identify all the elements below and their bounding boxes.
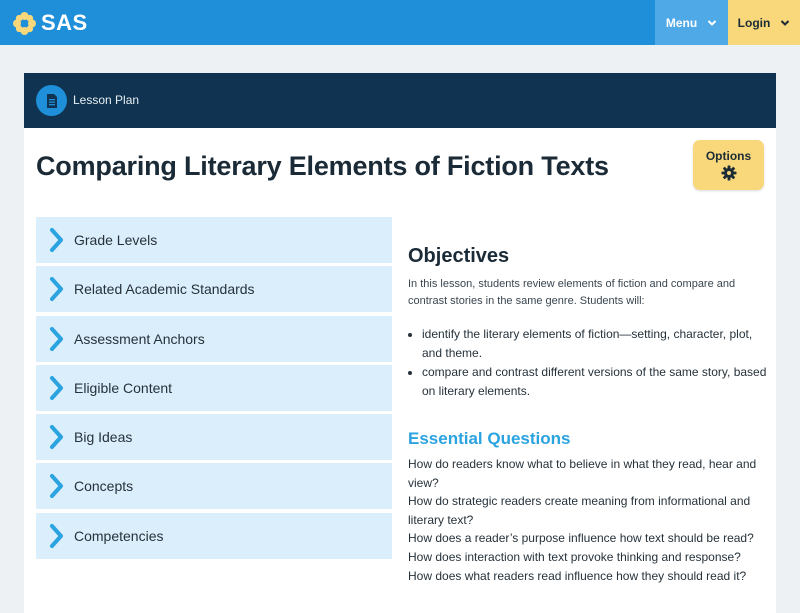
chevron-right-icon (50, 375, 63, 400)
accordion-label: Related Academic Standards (74, 281, 255, 298)
menu-label: Menu (665, 15, 698, 30)
accordion-big-ideas[interactable]: Big Ideas (36, 414, 392, 461)
accordion-competencies[interactable]: Competencies (36, 512, 392, 559)
accordion-eligible-content[interactable]: Eligible Content (36, 364, 392, 411)
objective-item: identify the literary elements of fictio… (422, 325, 768, 363)
essential-questions-heading: Essential Questions (408, 429, 571, 448)
chevron-right-icon (50, 425, 63, 450)
accordion-related-academic-standards[interactable]: Related Academic Standards (36, 266, 392, 313)
card-header: Lesson Plan (24, 73, 776, 128)
chevron-down-icon (707, 19, 717, 26)
flower-logo-icon (13, 11, 36, 35)
options-label: Options (705, 149, 752, 163)
objectives-list: identify the literary elements of fictio… (408, 325, 768, 401)
brand-name: SAS (41, 10, 88, 35)
accordion-assessment-anchors[interactable]: Assessment Anchors (36, 315, 392, 362)
gear-icon (721, 165, 736, 181)
chevron-right-icon (50, 474, 63, 499)
objectives-intro: In this lesson, students review elements… (408, 278, 736, 307)
chevron-right-icon (50, 523, 63, 548)
sas-logo[interactable]: SAS (12, 9, 88, 37)
essential-question: How does a reader’s purpose influence ho… (408, 531, 754, 546)
accordion-list: Grade Levels Related Academic Standards … (36, 217, 392, 562)
accordion-grade-levels[interactable]: Grade Levels (36, 217, 392, 263)
page-title: Comparing Literary Elements of Fiction T… (36, 151, 609, 181)
content-type-label: Lesson Plan (73, 93, 140, 107)
objective-item: compare and contrast different versions … (422, 363, 768, 401)
chevron-right-icon (50, 228, 63, 252)
accordion-label: Grade Levels (74, 232, 158, 248)
login-button[interactable]: Login (728, 0, 800, 45)
top-nav-bar: SAS Menu Login (0, 0, 800, 45)
lesson-card: Lesson Plan Comparing Literary Elements … (24, 73, 776, 613)
accordion-label: Competencies (74, 527, 164, 544)
essential-question: How do strategic readers create meaning … (408, 494, 751, 527)
document-icon (36, 85, 67, 116)
essential-question: How does interaction with text provoke t… (408, 549, 741, 564)
options-button[interactable]: Options (693, 140, 764, 190)
essential-question: How does what readers read influence how… (408, 568, 747, 583)
objectives-heading: Objectives (408, 245, 510, 267)
accordion-label: Concepts (74, 478, 134, 495)
essential-question: How do readers know what to believe in w… (408, 457, 757, 490)
menu-button[interactable]: Menu (655, 0, 728, 45)
login-label: Login (737, 15, 771, 30)
lesson-content: Objectives In this lesson, students revi… (408, 245, 768, 585)
accordion-label: Assessment Anchors (74, 330, 205, 347)
accordion-label: Eligible Content (74, 379, 173, 396)
chevron-right-icon (50, 326, 63, 351)
accordion-label: Big Ideas (74, 429, 133, 446)
chevron-right-icon (50, 277, 63, 302)
chevron-down-icon (781, 19, 790, 26)
essential-questions-list: How do readers know what to believe in w… (408, 455, 768, 585)
accordion-concepts[interactable]: Concepts (36, 463, 392, 510)
